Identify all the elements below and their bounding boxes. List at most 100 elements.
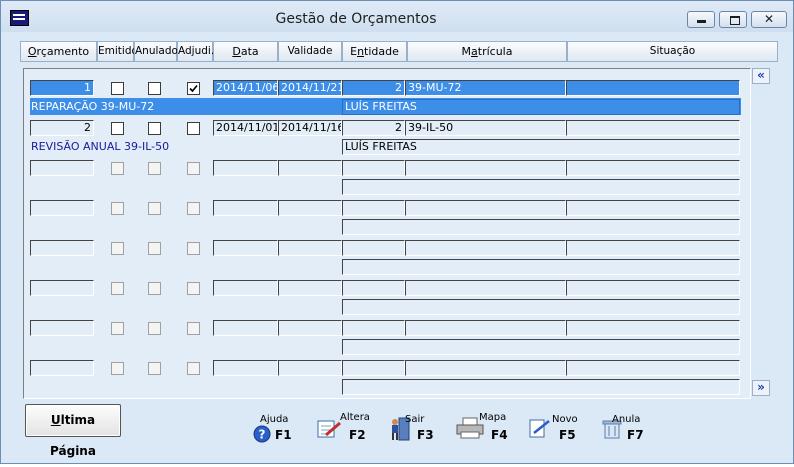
checkbox[interactable] bbox=[148, 322, 161, 335]
cell-cliente[interactable] bbox=[342, 219, 740, 235]
checkbox[interactable] bbox=[187, 82, 200, 95]
cell-cliente[interactable] bbox=[342, 179, 740, 195]
cell-situacao[interactable] bbox=[566, 320, 740, 336]
column-header[interactable]: Situação bbox=[567, 41, 778, 62]
checkbox[interactable] bbox=[148, 282, 161, 295]
cell-situacao[interactable] bbox=[566, 160, 740, 176]
column-header[interactable]: Matrícula bbox=[407, 41, 567, 62]
cell-data[interactable] bbox=[213, 360, 278, 376]
checkbox[interactable] bbox=[187, 282, 200, 295]
cell-matricula[interactable] bbox=[405, 160, 566, 176]
cell-situacao[interactable] bbox=[566, 200, 740, 216]
column-header[interactable]: Adjudi. bbox=[177, 41, 214, 62]
cell-numero[interactable]: 1 bbox=[30, 80, 94, 96]
checkmark-icon bbox=[189, 84, 198, 93]
column-header[interactable]: Emitido bbox=[97, 41, 138, 62]
checkbox[interactable] bbox=[187, 162, 200, 175]
column-header[interactable]: Orçamento bbox=[20, 41, 97, 62]
cell-numero[interactable] bbox=[30, 280, 94, 296]
cell-situacao[interactable] bbox=[566, 80, 740, 96]
cell-entidade[interactable] bbox=[342, 320, 405, 336]
cell-numero[interactable]: 2 bbox=[30, 120, 94, 136]
scroll-up-button[interactable]: « bbox=[752, 68, 770, 84]
last-page-button[interactable]: Ultima Página bbox=[25, 404, 121, 458]
cell-data[interactable]: 2014/11/06 bbox=[213, 80, 278, 96]
cell-data[interactable] bbox=[213, 200, 278, 216]
cell-validade[interactable] bbox=[278, 160, 342, 176]
scroll-down-button[interactable]: » bbox=[752, 380, 770, 396]
column-header[interactable]: Validade bbox=[278, 41, 342, 62]
column-header[interactable]: Entidade bbox=[342, 41, 407, 62]
checkbox[interactable] bbox=[187, 122, 200, 135]
cell-matricula[interactable] bbox=[405, 360, 566, 376]
cell-entidade[interactable]: 2 bbox=[342, 120, 405, 136]
cell-matricula[interactable] bbox=[405, 240, 566, 256]
checkbox[interactable] bbox=[111, 162, 124, 175]
cell-situacao[interactable] bbox=[566, 240, 740, 256]
column-header[interactable]: Data bbox=[213, 41, 278, 62]
checkbox[interactable] bbox=[148, 362, 161, 375]
cell-validade[interactable]: 2014/11/21 bbox=[278, 80, 342, 96]
cell-numero[interactable] bbox=[30, 320, 94, 336]
cell-validade[interactable]: 2014/11/16 bbox=[278, 120, 342, 136]
cell-cliente[interactable] bbox=[342, 299, 740, 315]
checkbox[interactable] bbox=[148, 162, 161, 175]
svg-text:?: ? bbox=[259, 428, 266, 442]
cell-matricula[interactable]: 39-MU-72 bbox=[405, 80, 566, 96]
checkbox[interactable] bbox=[111, 122, 124, 135]
cell-situacao[interactable] bbox=[566, 280, 740, 296]
minimize-icon bbox=[697, 20, 706, 23]
cell-matricula[interactable] bbox=[405, 200, 566, 216]
cell-cliente[interactable] bbox=[342, 339, 740, 355]
cell-matricula[interactable]: 39-IL-50 bbox=[405, 120, 566, 136]
cell-validade[interactable] bbox=[278, 200, 342, 216]
checkbox[interactable] bbox=[148, 82, 161, 95]
cell-numero[interactable] bbox=[30, 160, 94, 176]
cell-validade[interactable] bbox=[278, 360, 342, 376]
cell-data[interactable] bbox=[213, 240, 278, 256]
minimize-button[interactable] bbox=[687, 11, 715, 28]
checkbox[interactable] bbox=[111, 242, 124, 255]
cell-matricula[interactable] bbox=[405, 320, 566, 336]
cell-entidade[interactable] bbox=[342, 360, 405, 376]
checkbox[interactable] bbox=[148, 122, 161, 135]
cell-data[interactable] bbox=[213, 280, 278, 296]
function-key-label: Altera bbox=[340, 412, 370, 423]
cell-data[interactable]: 2014/11/01 bbox=[213, 120, 278, 136]
checkbox[interactable] bbox=[111, 322, 124, 335]
checkbox[interactable] bbox=[148, 242, 161, 255]
cell-data[interactable] bbox=[213, 320, 278, 336]
cell-entidade[interactable] bbox=[342, 240, 405, 256]
cell-entidade[interactable] bbox=[342, 280, 405, 296]
cell-cliente[interactable] bbox=[342, 379, 740, 395]
checkbox[interactable] bbox=[187, 202, 200, 215]
checkbox[interactable] bbox=[187, 362, 200, 375]
checkbox[interactable] bbox=[187, 242, 200, 255]
cell-numero[interactable] bbox=[30, 360, 94, 376]
cell-numero[interactable] bbox=[30, 240, 94, 256]
checkbox[interactable] bbox=[111, 82, 124, 95]
cell-validade[interactable] bbox=[278, 240, 342, 256]
cell-numero[interactable] bbox=[30, 200, 94, 216]
column-header[interactable]: Anulado bbox=[134, 41, 178, 62]
cell-entidade[interactable] bbox=[342, 200, 405, 216]
cell-validade[interactable] bbox=[278, 280, 342, 296]
cell-cliente[interactable] bbox=[342, 259, 740, 275]
cell-entidade[interactable] bbox=[342, 160, 405, 176]
maximize-button[interactable] bbox=[719, 11, 747, 28]
cell-situacao[interactable] bbox=[566, 360, 740, 376]
cell-matricula[interactable] bbox=[405, 280, 566, 296]
checkbox[interactable] bbox=[111, 202, 124, 215]
cell-cliente[interactable]: LUÍS FREITAS bbox=[342, 139, 740, 155]
checkbox[interactable] bbox=[187, 322, 200, 335]
cell-entidade[interactable]: 2 bbox=[342, 80, 405, 96]
cell-data[interactable] bbox=[213, 160, 278, 176]
function-key-label: Novo bbox=[552, 414, 578, 425]
cell-situacao[interactable] bbox=[566, 120, 740, 136]
close-button[interactable]: ✕ bbox=[751, 11, 787, 28]
cell-validade[interactable] bbox=[278, 320, 342, 336]
cell-cliente[interactable]: LUÍS FREITAS bbox=[342, 99, 740, 115]
checkbox[interactable] bbox=[111, 362, 124, 375]
checkbox[interactable] bbox=[148, 202, 161, 215]
checkbox[interactable] bbox=[111, 282, 124, 295]
